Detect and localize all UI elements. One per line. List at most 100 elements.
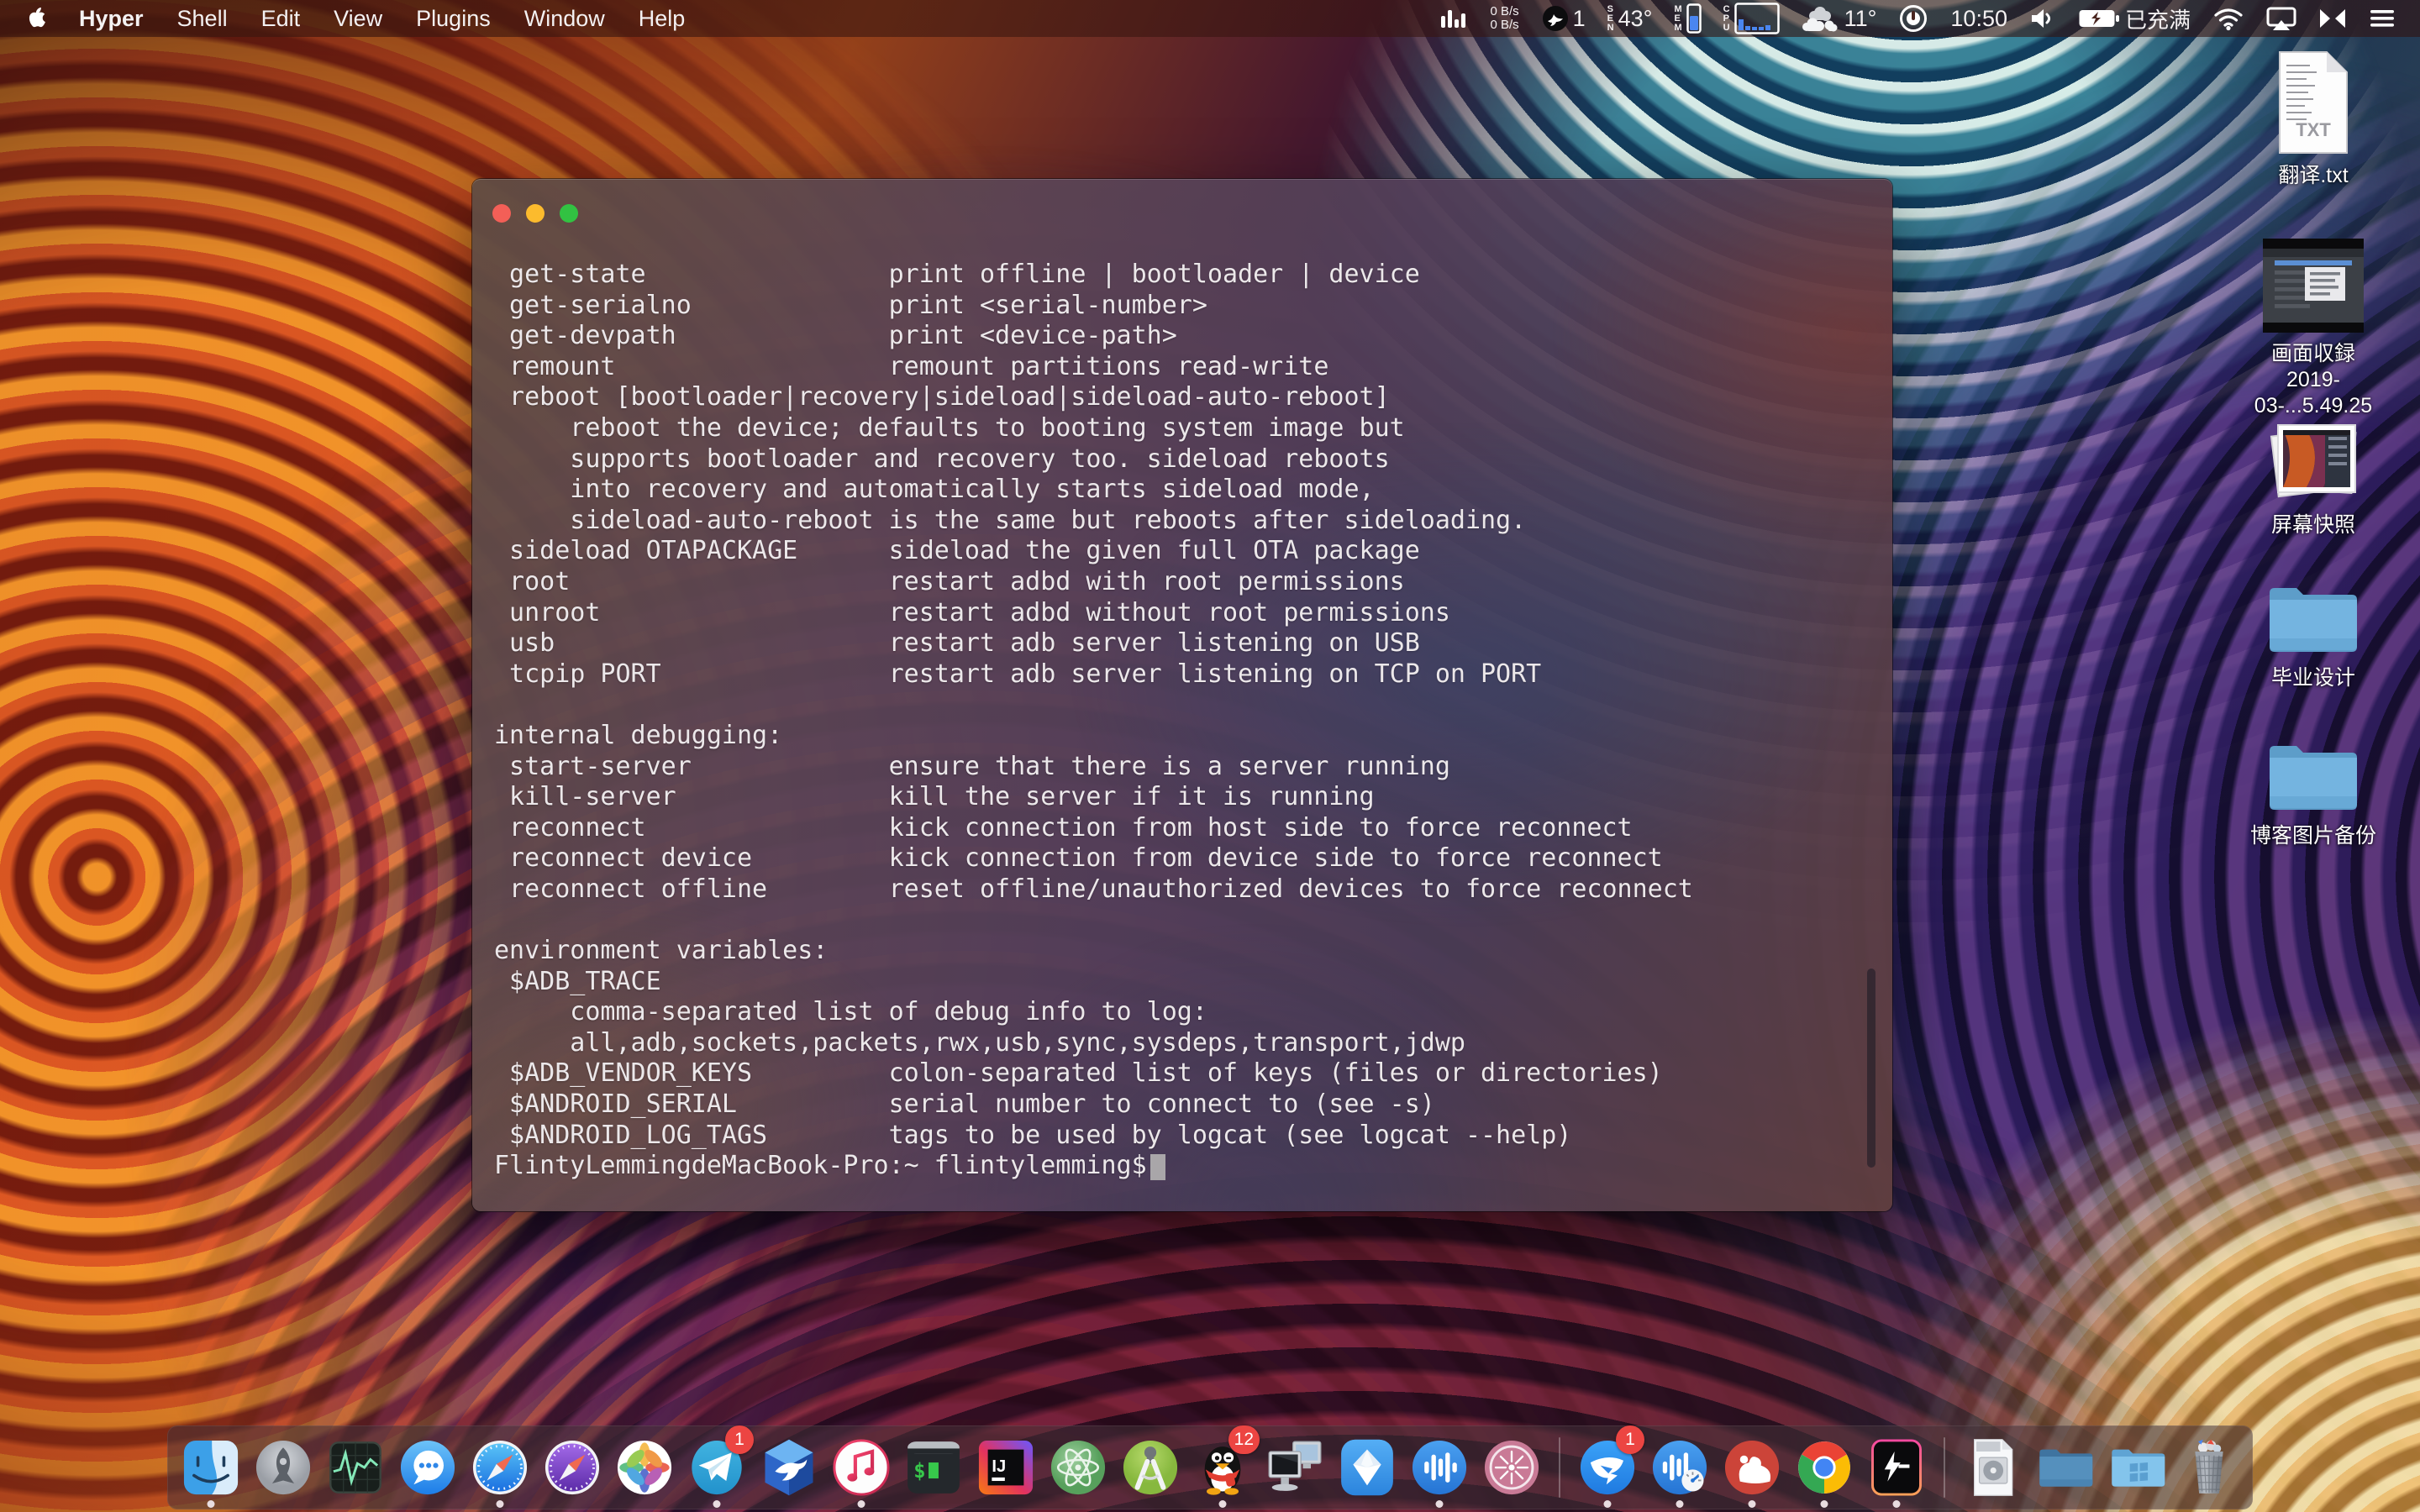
desktop-icon-folder-graduation[interactable]: 毕业设计 bbox=[2233, 578, 2393, 691]
dock-item-finder[interactable] bbox=[179, 1429, 243, 1506]
running-indicator bbox=[497, 1500, 504, 1508]
running-indicator bbox=[1219, 1500, 1227, 1508]
status-istat-menu[interactable] bbox=[2358, 0, 2407, 37]
dock-item-bear[interactable] bbox=[1720, 1429, 1784, 1506]
dock-item-folder-windows[interactable] bbox=[2105, 1429, 2169, 1506]
disk-image-file-icon bbox=[1960, 1436, 2024, 1499]
dock-item-diamond-notes-app[interactable] bbox=[1335, 1429, 1399, 1506]
dock-item-telegram[interactable]: 1 bbox=[685, 1429, 749, 1506]
svg-text:$: $ bbox=[913, 1459, 925, 1483]
close-button[interactable] bbox=[492, 204, 511, 223]
dock-item-audio-bars-app[interactable] bbox=[1407, 1429, 1471, 1506]
dock-item-bird-gem-app[interactable] bbox=[757, 1429, 821, 1506]
txt-file-icon: TXT bbox=[2270, 49, 2357, 156]
dock-item-safari[interactable] bbox=[468, 1429, 532, 1506]
bird-icon bbox=[1541, 4, 1570, 33]
menu-view[interactable]: View bbox=[317, 0, 399, 37]
hyper-icon bbox=[1865, 1436, 1928, 1499]
desktop-icon-txt-file[interactable]: TXT 翻译.txt bbox=[2233, 49, 2393, 189]
menu-app-name[interactable]: Hyper bbox=[62, 0, 160, 37]
status-cpu[interactable]: CPU bbox=[1712, 0, 1791, 37]
dock-item-intellij-idea[interactable]: IJ bbox=[974, 1429, 1038, 1506]
status-network-speed[interactable]: 0 B/s 0 B/s bbox=[1479, 0, 1529, 37]
desktop: Hyper Shell Edit View Plugins Window Hel… bbox=[0, 0, 2420, 1512]
windows-folder-icon bbox=[2105, 1436, 2169, 1499]
trash-full-icon bbox=[2177, 1436, 2241, 1499]
dock-item-launchpad[interactable] bbox=[251, 1429, 315, 1506]
battery-status-text: 已充满 bbox=[2125, 3, 2191, 34]
zoom-button[interactable] bbox=[560, 204, 578, 223]
status-battery[interactable]: 已充满 bbox=[2067, 0, 2202, 37]
desktop-icon-folder-blog-backup[interactable]: 博客图片备份 bbox=[2233, 736, 2393, 849]
hyper-terminal-window[interactable]: get-state print offline | bootloader | d… bbox=[472, 179, 1892, 1211]
bird-count: 1 bbox=[1573, 6, 1586, 32]
bird-gem-icon bbox=[757, 1436, 821, 1499]
dock-item-remote-desktop[interactable] bbox=[1263, 1429, 1327, 1506]
status-bowtie-app[interactable] bbox=[2307, 0, 2358, 37]
dock-item-terminal[interactable]: $ bbox=[902, 1429, 965, 1506]
atom-icon bbox=[1046, 1436, 1110, 1499]
dock-item-safari-tech-preview[interactable] bbox=[540, 1429, 604, 1506]
dock-item-chrome[interactable] bbox=[1792, 1429, 1856, 1506]
speaker-icon bbox=[2029, 6, 2056, 31]
dock-item-photos[interactable] bbox=[613, 1429, 676, 1506]
dock-item-audio-gauge-app[interactable] bbox=[1648, 1429, 1712, 1506]
dock-item-messages[interactable] bbox=[396, 1429, 460, 1506]
screenshot-stack-icon bbox=[2265, 418, 2362, 506]
sensor-value: 43° bbox=[1618, 6, 1653, 32]
status-volume[interactable] bbox=[2018, 0, 2067, 37]
desktop-icon-screen-recording[interactable]: 画面収録 2019-03-...5.49.25 bbox=[2233, 237, 2393, 419]
desktop-icon-label: 毕业设计 bbox=[2271, 665, 2355, 691]
dock-item-dingtalk[interactable]: 1 bbox=[1576, 1429, 1639, 1506]
safari-tech-preview-icon bbox=[540, 1436, 604, 1499]
bear-notes-icon bbox=[1720, 1436, 1784, 1499]
apple-menu-icon[interactable] bbox=[29, 6, 50, 31]
status-bird-app[interactable]: 1 bbox=[1530, 0, 1597, 37]
status-signal-bars[interactable] bbox=[1428, 0, 1479, 37]
terminal-prompt: FlintyLemmingdeMacBook-Pro:~ flintylemmi… bbox=[494, 1151, 1147, 1180]
dock-separator bbox=[1944, 1437, 1945, 1498]
dock-item-qq[interactable]: 12 bbox=[1191, 1429, 1255, 1506]
audio-bars-icon bbox=[1407, 1436, 1471, 1499]
notification-badge: 1 bbox=[725, 1425, 754, 1454]
desktop-icon-label: 翻译.txt bbox=[2278, 163, 2348, 189]
status-memory[interactable]: MEM bbox=[1663, 0, 1712, 37]
dock-item-atom[interactable] bbox=[1046, 1429, 1110, 1506]
terminal-output[interactable]: get-state print offline | bootloader | d… bbox=[494, 260, 1693, 1182]
menu-shell[interactable]: Shell bbox=[160, 0, 245, 37]
clock-time: 10:50 bbox=[1950, 6, 2007, 32]
status-airplay[interactable] bbox=[2255, 0, 2307, 37]
menu-help[interactable]: Help bbox=[622, 0, 702, 37]
dock-item-folder-dark[interactable] bbox=[2033, 1429, 2096, 1506]
status-weather[interactable]: 11° bbox=[1791, 0, 1888, 37]
desktop-icon-label-line1: 画面収録 bbox=[2233, 341, 2393, 367]
terminal-scrollbar[interactable] bbox=[1867, 969, 1876, 1168]
safari-icon bbox=[468, 1436, 532, 1499]
running-indicator bbox=[858, 1500, 865, 1508]
terminal-icon: $ bbox=[902, 1436, 965, 1499]
svg-text:IJ: IJ bbox=[992, 1457, 1006, 1476]
status-wifi[interactable] bbox=[2202, 0, 2255, 37]
dock-item-disk-image-file[interactable] bbox=[1960, 1429, 2024, 1506]
dock-item-laser-burst-app[interactable] bbox=[1480, 1429, 1544, 1506]
remote-desktop-icon bbox=[1263, 1436, 1327, 1499]
running-indicator bbox=[1821, 1500, 1828, 1508]
status-1password[interactable] bbox=[1887, 0, 1939, 37]
desktop-icon-screenshot-stack[interactable]: 屏幕快照 bbox=[2233, 418, 2393, 538]
net-up-speed: 0 B/s bbox=[1490, 5, 1518, 18]
running-indicator bbox=[713, 1500, 721, 1508]
dock-item-activity-monitor[interactable] bbox=[324, 1429, 387, 1506]
dock-item-hyper[interactable] bbox=[1865, 1429, 1928, 1506]
menu-window[interactable]: Window bbox=[508, 0, 622, 37]
airplay-display-icon bbox=[2266, 6, 2296, 31]
dock-item-android-studio[interactable] bbox=[1118, 1429, 1182, 1506]
dock-item-itunes[interactable] bbox=[829, 1429, 893, 1506]
status-clock[interactable]: 10:50 bbox=[1939, 0, 2018, 37]
minimize-button[interactable] bbox=[526, 204, 544, 223]
status-sensor-temp[interactable]: SEN 43° bbox=[1597, 0, 1664, 37]
photos-icon bbox=[613, 1436, 676, 1499]
dock-item-trash[interactable] bbox=[2177, 1429, 2241, 1506]
menu-edit[interactable]: Edit bbox=[245, 0, 318, 37]
hamburger-menu-icon bbox=[2369, 8, 2396, 29]
menu-plugins[interactable]: Plugins bbox=[399, 0, 508, 37]
